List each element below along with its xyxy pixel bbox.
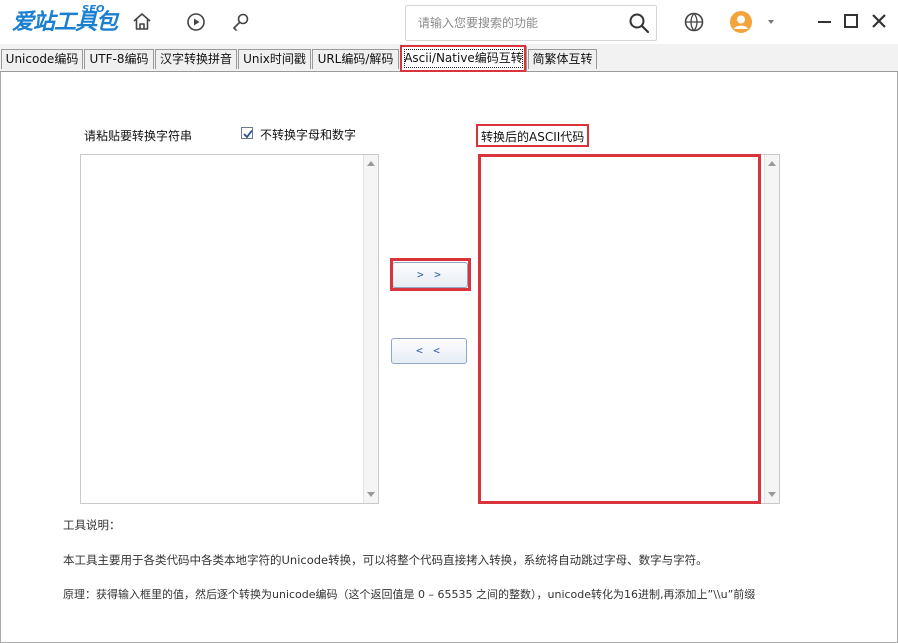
- source-scrollbar[interactable]: [363, 155, 378, 503]
- title-bar: 爱站工具包 SEO: [0, 0, 898, 44]
- search-input[interactable]: [416, 13, 620, 33]
- maximize-icon[interactable]: [840, 10, 862, 32]
- tab-label: URL编码/解码: [317, 52, 394, 66]
- tab-label: UTF-8编码: [89, 52, 149, 66]
- home-icon[interactable]: [130, 10, 154, 34]
- user-avatar-icon[interactable]: [729, 10, 753, 34]
- tab-unicode[interactable]: Unicode编码: [1, 49, 83, 69]
- tab-label: Unicode编码: [5, 52, 79, 66]
- basketball-icon[interactable]: [682, 10, 706, 34]
- tools-icon[interactable]: [229, 10, 253, 34]
- tab-url-encode[interactable]: URL编码/解码: [312, 49, 399, 69]
- scroll-down-icon[interactable]: [367, 492, 375, 497]
- description-line-2: 原理：获得输入框里的值，然后逐个转换为unicode编码（这个返回值是 0 – …: [63, 588, 756, 601]
- tab-traditional-simplified[interactable]: 简繁体互转: [528, 49, 597, 69]
- scroll-up-icon[interactable]: [768, 161, 776, 166]
- convert-backward-button[interactable]: < <: [391, 338, 467, 364]
- check-icon: [243, 129, 253, 139]
- ascii-output-textarea[interactable]: [480, 154, 780, 504]
- tab-label: 简繁体互转: [532, 52, 593, 66]
- close-icon[interactable]: [868, 10, 890, 32]
- search-icon[interactable]: [628, 12, 650, 34]
- tab-label: Unix时间戳: [243, 52, 306, 66]
- description-title: 工具说明：: [63, 518, 121, 532]
- tab-ascii-native[interactable]: Ascii/Native编码互转: [400, 46, 527, 71]
- source-text-input[interactable]: [80, 154, 379, 504]
- description-line-1: 本工具主要用于各类代码中各类本地字符的Unicode转换，可以将整个代码直接拷入…: [63, 553, 708, 567]
- output-scrollbar[interactable]: [764, 155, 779, 503]
- convert-forward-button[interactable]: > >: [392, 262, 468, 288]
- search-box: [405, 5, 657, 41]
- tab-pinyin[interactable]: 汉字转换拼音: [155, 49, 237, 69]
- input-label: 请粘贴要转换字符串: [84, 129, 193, 143]
- tab-utf8[interactable]: UTF-8编码: [84, 49, 154, 69]
- output-label: 转换后的ASCII代码: [481, 130, 585, 144]
- tab-label: 汉字转换拼音: [159, 52, 232, 66]
- tab-unix-timestamp[interactable]: Unix时间戳: [238, 49, 311, 69]
- tab-bar: Unicode编码 UTF-8编码 汉字转换拼音 Unix时间戳 URL编码/解…: [0, 44, 898, 72]
- no-convert-alnum-checkbox[interactable]: [241, 127, 253, 139]
- checkbox-label: 不转换字母和数字: [260, 128, 357, 142]
- logo-seo-text: SEO: [82, 4, 105, 15]
- minimize-icon[interactable]: [814, 10, 836, 32]
- dropdown-arrow-icon[interactable]: [764, 10, 778, 34]
- play-icon[interactable]: [184, 10, 208, 34]
- scroll-up-icon[interactable]: [367, 161, 375, 166]
- scroll-down-icon[interactable]: [768, 492, 776, 497]
- app-logo[interactable]: 爱站工具包 SEO: [12, 4, 118, 36]
- tab-label: Ascii/Native编码互转: [404, 51, 523, 65]
